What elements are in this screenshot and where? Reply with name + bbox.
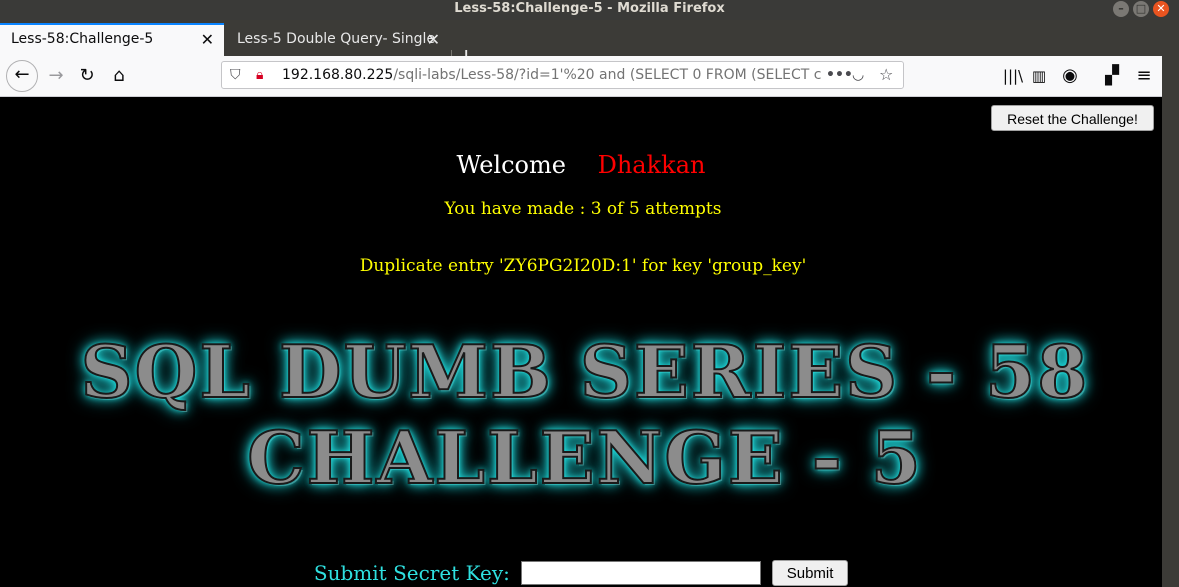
reset-challenge-button[interactable]: Reset the Challenge! <box>991 105 1154 131</box>
pocket-icon[interactable]: ◡ <box>852 62 864 88</box>
window-controls: – □ ✕ <box>1113 1 1169 17</box>
more-icon[interactable]: ••• <box>826 62 853 88</box>
url-path: /sqli-labs/Less-58/?id=1'%20 and (SELECT… <box>393 67 822 83</box>
user-name: Dhakkan <box>597 151 706 179</box>
challenge-banner: SQL DUMB SERIES - 58 CHALLENGE - 5 <box>40 327 1130 507</box>
tab-bar: Less-58:Challenge-5 ✕ Less-5 Double Quer… <box>0 20 1179 70</box>
home-icon[interactable]: ⌂ <box>103 60 135 92</box>
submit-key-label: Submit Secret Key: <box>313 561 510 585</box>
forward-icon[interactable]: → <box>40 60 72 92</box>
menu-icon[interactable]: ≡ <box>1128 60 1160 92</box>
url-text[interactable]: 192.168.80.225/sqli-labs/Less-58/?id=1'%… <box>282 62 822 88</box>
maximize-icon[interactable]: □ <box>1133 1 1149 17</box>
secret-key-input[interactable] <box>520 561 761 585</box>
error-message: Duplicate entry 'ZY6PG2I20D:1' for key '… <box>359 256 807 276</box>
minimize-icon[interactable]: – <box>1113 1 1129 17</box>
window-title: Less-58:Challenge-5 - Mozilla Firefox <box>454 1 725 16</box>
banner-line-2: CHALLENGE - 5 <box>246 414 923 501</box>
window-titlebar: Less-58:Challenge-5 - Mozilla Firefox – … <box>0 0 1179 20</box>
welcome-line: Welcome Dhakkan <box>0 151 1162 179</box>
url-host: 192.168.80.225 <box>282 67 394 83</box>
shield-icon[interactable]: ⛉ <box>230 62 241 88</box>
tab-close-icon[interactable]: ✕ <box>201 25 214 54</box>
banner-line-1: SQL DUMB SERIES - 58 <box>80 328 1090 415</box>
tab-label: Less-58:Challenge-5 <box>11 31 154 47</box>
close-window-icon[interactable]: ✕ <box>1153 1 1169 17</box>
page-content: Reset the Challenge! Welcome Dhakkan You… <box>0 97 1162 587</box>
submit-button[interactable]: Submit <box>772 560 849 586</box>
attempts-text: You have made : 3 of 5 attempts <box>444 199 722 219</box>
welcome-label: Welcome <box>456 151 566 179</box>
url-bar[interactable]: ⛉ 🔒︎ 192.168.80.225/sqli-labs/Less-58/?i… <box>221 61 904 89</box>
insecure-lock-icon[interactable]: 🔒︎ <box>256 62 263 88</box>
tab-less58[interactable]: Less-58:Challenge-5 ✕ <box>0 23 224 56</box>
reload-icon[interactable]: ↻ <box>71 60 103 92</box>
tab-less5[interactable]: Less-5 Double Query- Single ✕ <box>226 23 450 56</box>
navigation-toolbar: ← → ↻ ⌂ ⛉ 🔒︎ 192.168.80.225/sqli-labs/Le… <box>0 56 1162 97</box>
bookmark-star-icon[interactable]: ☆ <box>879 62 893 88</box>
tab-label: Less-5 Double Query- Single <box>237 31 436 47</box>
window-edge <box>1162 56 1179 587</box>
submit-key-form: Submit Secret Key: Submit <box>0 560 1162 586</box>
extensions-icon[interactable]: ▞ <box>1096 60 1128 92</box>
back-icon[interactable]: ← <box>6 60 38 92</box>
account-icon[interactable]: ◉ <box>1054 60 1086 92</box>
tab-close-icon[interactable]: ✕ <box>427 23 440 56</box>
sidebar-icon[interactable]: ▥ <box>1023 60 1055 92</box>
